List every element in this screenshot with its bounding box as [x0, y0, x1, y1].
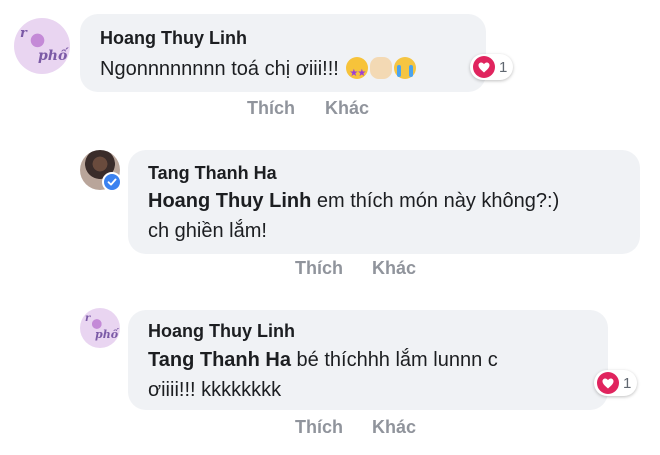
mention-link[interactable]: Tang Thanh Ha — [148, 349, 291, 371]
comment-bubble: Hoang Thuy Linh Ngonnnnnnnn toá chị ơiii… — [80, 14, 486, 92]
clapping-hands-emoji-icon — [370, 57, 393, 79]
reaction-count: 1 — [499, 58, 508, 76]
like-button[interactable]: Thích — [247, 98, 295, 119]
verified-badge-icon — [102, 172, 122, 192]
comment-text: Hoang Thuy Linh em thích món này không?:… — [148, 186, 559, 246]
comment-author[interactable]: Tang Thanh Ha — [148, 163, 277, 184]
comment-text-line: ch ghiền lắm! — [148, 220, 267, 242]
more-button[interactable]: Khác — [372, 417, 416, 438]
comment-text-line: ơiiii!!! kkkkkkkk — [148, 379, 282, 401]
like-button[interactable]: Thích — [295, 417, 343, 438]
loudly-crying-emoji-icon — [394, 57, 417, 79]
like-button[interactable]: Thích — [295, 258, 343, 279]
avatar[interactable]: r phố — [14, 18, 70, 74]
comment-author[interactable]: Hoang Thuy Linh — [148, 321, 295, 342]
heart-icon — [597, 372, 619, 394]
comment-text-line: em thích món này không?:) — [311, 190, 560, 212]
more-button[interactable]: Khác — [325, 98, 369, 119]
mention-link[interactable]: Hoang Thuy Linh — [148, 190, 311, 212]
avatar[interactable]: r phố — [80, 308, 120, 348]
comment-author[interactable]: Hoang Thuy Linh — [100, 28, 247, 49]
comment-text-line: bé thíchhh lắm lunnn c — [290, 349, 498, 371]
reaction-summary[interactable]: 1 — [470, 54, 514, 80]
more-button[interactable]: Khác — [372, 258, 416, 279]
comment-text: Ngonnnnnnnn toá chị ơiii!!! — [100, 54, 417, 89]
reaction-count: 1 — [623, 374, 632, 392]
comment-text-body: Ngonnnnnnnn toá chị ơiii!!! — [100, 58, 339, 80]
reaction-summary[interactable]: 1 — [594, 370, 638, 396]
comment-bubble: Tang Thanh Ha Hoang Thuy Linh em thích m… — [128, 150, 640, 254]
comment-text: Tang Thanh Ha bé thíchhh lắm lunnn c ơii… — [148, 345, 498, 405]
heart-icon — [473, 56, 495, 78]
star-struck-emoji-icon — [346, 57, 369, 89]
comment-bubble: Hoang Thuy Linh Tang Thanh Ha bé thíchhh… — [128, 310, 608, 410]
